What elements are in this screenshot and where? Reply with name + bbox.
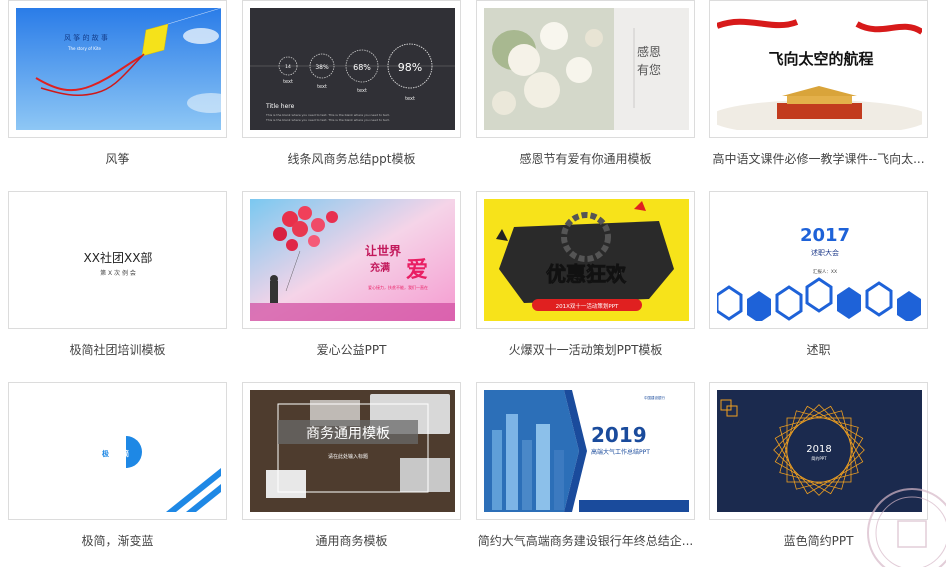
thumb-presenter: 汇报人：XX xyxy=(813,268,837,275)
thumbnail-image: 商务通用模板 请在此处输入标题 xyxy=(250,390,455,512)
thumb-stat-label: text xyxy=(405,96,415,102)
thumb-body: This is the blank where you need to text… xyxy=(265,113,390,117)
template-title[interactable]: 极简社团培训模板 xyxy=(8,341,227,358)
thumb-subtitle: 高端大气工作总结PPT xyxy=(591,448,650,456)
thumb-title: XX社团XX部 xyxy=(84,250,153,265)
thumb-subtitle: 有您 xyxy=(637,62,661,77)
thumb-stat-label: text xyxy=(357,88,367,94)
thumbnail-frame[interactable]: 中国建设银行 2019 高端大气工作总结PPT xyxy=(476,382,695,520)
thumb-bank-name: 中国建设银行 xyxy=(644,395,665,400)
thumb-title: 风 筝 的 故 事 xyxy=(64,33,108,42)
thumb-title: 优惠狂欢 xyxy=(546,262,627,286)
thumbnail-image: 中国建设银行 2019 高端大气工作总结PPT xyxy=(484,390,689,512)
thumb-title: 商务通用模板 xyxy=(306,426,390,442)
template-title[interactable]: 述职 xyxy=(709,341,928,358)
thumbnail-image: 14 38% 68% 98% text text text text Title… xyxy=(250,8,455,130)
thumb-title: 飞向太空的航程 xyxy=(768,50,873,68)
thumb-title: 2018 xyxy=(806,444,831,455)
thumbnail-frame[interactable]: 2018 简约PPT xyxy=(709,382,928,520)
thumb-subtitle: 201X双十一活动策划PPT xyxy=(556,302,619,310)
thumbnail-image: 飞向太空的航程 xyxy=(717,8,922,130)
template-title[interactable]: 蓝色简约PPT xyxy=(709,532,928,549)
thumb-body: This is the blank where you need to text… xyxy=(265,118,390,122)
thumbnail-frame[interactable]: 极 简 xyxy=(8,382,227,520)
thumbnail-image: XX社团XX部 第 X 次 例 会 xyxy=(16,199,221,321)
thumb-subtitle: 简约PPT xyxy=(811,455,827,461)
thumb-stat-2: 38% xyxy=(315,64,329,71)
thumbnail-frame[interactable]: XX社团XX部 第 X 次 例 会 xyxy=(8,191,227,329)
thumb-tagline: 爱心接力，扶贫不能，我们一直在 xyxy=(368,284,428,290)
thumb-stat-3: 68% xyxy=(353,63,371,72)
thumbnail-image: 风 筝 的 故 事 The story of Kite xyxy=(16,8,221,130)
thumb-title: 2017 xyxy=(800,225,850,246)
thumbnail-frame[interactable]: 让世界 充满 爱 爱心接力，扶贫不能，我们一直在 xyxy=(242,191,461,329)
thumb-stat-label: text xyxy=(317,84,327,90)
thumbnail-image: 2018 简约PPT xyxy=(717,390,922,512)
thumb-stat-4: 98% xyxy=(398,61,422,74)
thumbnail-frame[interactable]: 商务通用模板 请在此处输入标题 xyxy=(242,382,461,520)
thumb-title: 让世界 xyxy=(365,243,401,258)
template-title[interactable]: 高中语文课件必修一教学课件--飞向太... xyxy=(709,150,928,167)
template-title[interactable]: 感恩节有爱有你通用模板 xyxy=(476,150,695,167)
thumb-title: 极 xyxy=(102,449,110,458)
thumb-accent: 爱 xyxy=(406,258,428,283)
thumb-subtitle: 简 xyxy=(122,449,129,458)
thumb-subtitle: 第 X 次 例 会 xyxy=(100,269,136,277)
thumbnail-image: 让世界 充满 爱 爱心接力，扶贫不能，我们一直在 xyxy=(250,199,455,321)
template-title[interactable]: 通用商务模板 xyxy=(242,532,461,549)
template-title[interactable]: 爱心公益PPT xyxy=(242,341,461,358)
thumbnail-image: 感恩 有您 xyxy=(484,8,689,130)
thumbnail-frame[interactable]: 2017 述职大会 汇报人：XX xyxy=(709,191,928,329)
thumb-stat-label: text xyxy=(283,79,293,85)
thumbnail-image: 优惠狂欢 201X双十一活动策划PPT xyxy=(484,199,689,321)
thumb-subtitle: 充满 xyxy=(370,261,390,274)
thumb-subtitle: The story of Kite xyxy=(67,46,102,51)
thumbnail-frame[interactable]: 优惠狂欢 201X双十一活动策划PPT xyxy=(476,191,695,329)
thumbnail-image: 极 简 xyxy=(16,390,221,512)
thumbnail-frame[interactable]: 飞向太空的航程 xyxy=(709,0,928,138)
thumbnail-frame[interactable]: 感恩 有您 xyxy=(476,0,695,138)
template-title[interactable]: 风筝 xyxy=(8,150,227,167)
template-title[interactable]: 极简，渐变蓝 xyxy=(8,532,227,549)
template-title[interactable]: 简约大气高端商务建设银行年终总结企... xyxy=(476,532,695,549)
thumb-subtitle: 请在此处输入标题 xyxy=(328,453,368,460)
thumbnail-image: 2017 述职大会 汇报人：XX xyxy=(717,199,922,321)
template-title[interactable]: 线条风商务总结ppt模板 xyxy=(242,150,461,167)
thumb-stat-1: 14 xyxy=(285,64,291,70)
thumb-title: 2019 xyxy=(591,423,647,447)
thumb-heading: Title here xyxy=(265,103,295,110)
thumbnail-frame[interactable]: 风 筝 的 故 事 The story of Kite xyxy=(8,0,227,138)
template-title[interactable]: 火爆双十一活动策划PPT模板 xyxy=(476,341,695,358)
thumb-title: 感恩 xyxy=(637,44,661,59)
thumb-subtitle: 述职大会 xyxy=(811,248,839,257)
thumbnail-frame[interactable]: 14 38% 68% 98% text text text text Title… xyxy=(242,0,461,138)
